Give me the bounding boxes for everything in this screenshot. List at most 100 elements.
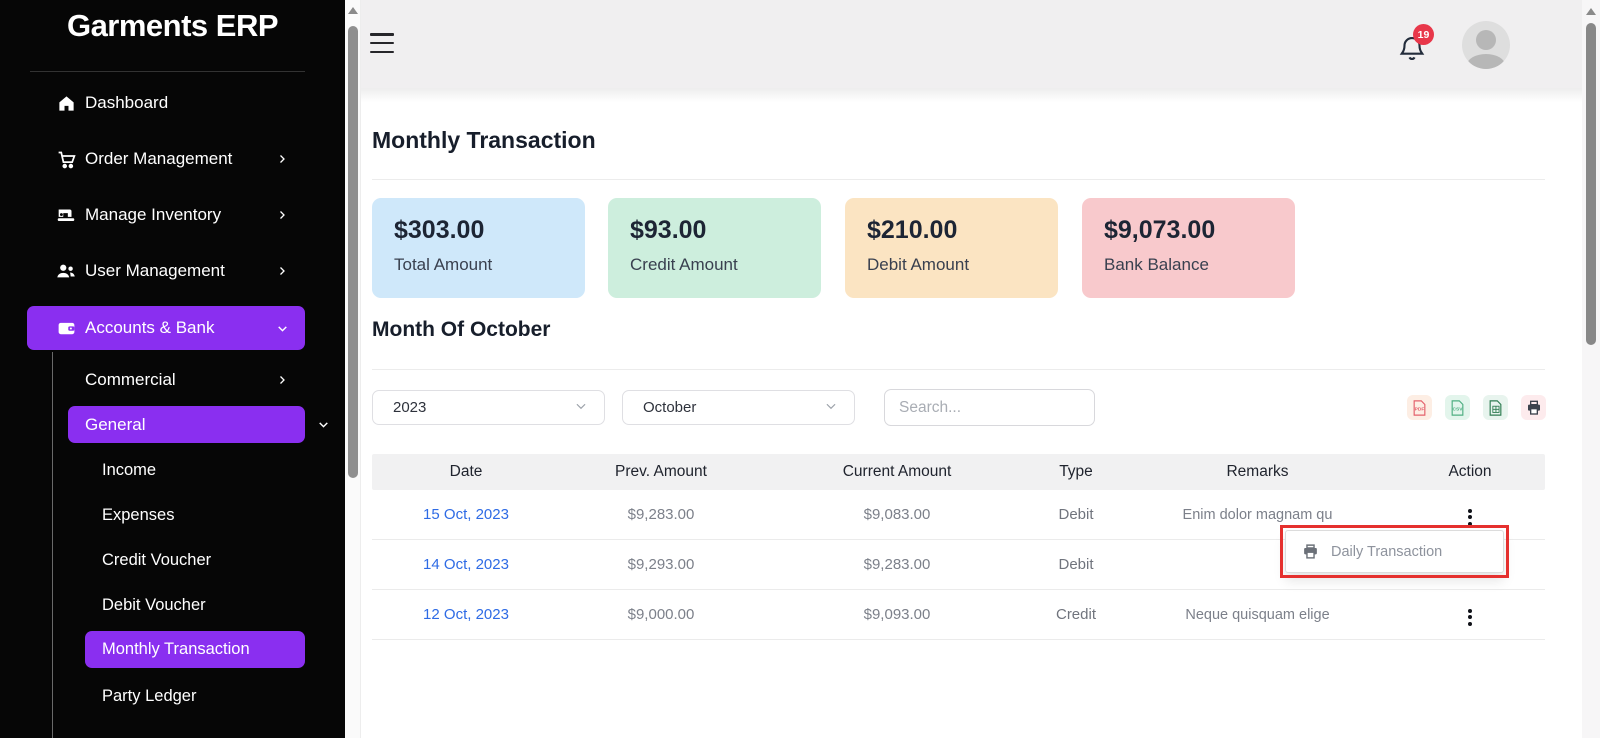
sidebar-item-accounts-bank[interactable]: Accounts & Bank: [27, 306, 305, 350]
date-link[interactable]: 14 Oct, 2023: [423, 556, 509, 573]
sidebar-item-label: User Management: [85, 261, 225, 281]
sidebar-item-general[interactable]: General: [68, 406, 305, 443]
sidebar-item-label: Dashboard: [85, 93, 168, 113]
chevron-down-icon: [824, 399, 838, 417]
sidebar: Garments ERP Dashboard Order Management …: [0, 0, 345, 738]
remarks-cell: Neque quisquam elige: [1120, 607, 1395, 623]
date-link[interactable]: 12 Oct, 2023: [423, 606, 509, 623]
topbar: 19: [361, 0, 1582, 88]
sidebar-item-debit-voucher[interactable]: Debit Voucher: [0, 585, 345, 625]
sidebar-item-manage-inventory[interactable]: Manage Inventory: [0, 193, 345, 237]
page-scrollbar[interactable]: [1582, 0, 1600, 738]
pdf-export-button[interactable]: PDF: [1407, 395, 1432, 420]
row-actions-menu-icon[interactable]: [1460, 505, 1480, 530]
sidebar-item-label: Credit Voucher: [102, 551, 211, 570]
sewing-machine-icon: [55, 204, 77, 226]
spreadsheet-icon: [1488, 400, 1503, 416]
page: Garments ERP Dashboard Order Management …: [0, 0, 1600, 738]
scroll-up-arrow-icon[interactable]: [348, 7, 358, 14]
chevron-down-icon: [276, 321, 290, 335]
current-amount-cell: $9,083.00: [762, 506, 1032, 523]
type-cell: Debit: [1032, 556, 1120, 573]
date-link[interactable]: 15 Oct, 2023: [423, 506, 509, 523]
sidebar-item-party-ledger[interactable]: Party Ledger: [0, 676, 345, 716]
prev-amount-cell: $9,000.00: [560, 606, 762, 623]
year-select[interactable]: 2023: [372, 390, 605, 425]
svg-text:PDF: PDF: [1415, 406, 1425, 412]
sidebar-item-label: Income: [102, 461, 156, 480]
pdf-file-icon: PDF: [1412, 400, 1427, 416]
print-button[interactable]: [1521, 395, 1546, 420]
chevron-right-icon: [276, 152, 290, 166]
stat-label: Total Amount: [394, 255, 585, 275]
sidebar-item-order-management[interactable]: Order Management: [0, 137, 345, 181]
table-header-row: Date Prev. Amount Current Amount Type Re…: [372, 454, 1545, 490]
daily-transaction-menu-item[interactable]: Daily Transaction: [1331, 544, 1442, 560]
stat-value: $9,073.00: [1104, 216, 1295, 245]
stat-value: $210.00: [867, 216, 1058, 245]
month-select-value: October: [643, 399, 696, 416]
divider: [372, 179, 1545, 180]
notification-badge: 19: [1413, 24, 1434, 45]
col-header-type: Type: [1032, 463, 1120, 481]
sidebar-scrollbar-thumb[interactable]: [348, 26, 358, 478]
col-header-current-amount: Current Amount: [762, 463, 1032, 481]
scroll-up-arrow-icon[interactable]: [1586, 8, 1596, 15]
stat-label: Debit Amount: [867, 255, 1058, 275]
stat-label: Bank Balance: [1104, 255, 1295, 275]
row-actions-menu-icon[interactable]: [1460, 605, 1480, 630]
col-header-action: Action: [1395, 463, 1545, 481]
sidebar-item-expenses[interactable]: Expenses: [0, 495, 345, 535]
home-icon: [55, 92, 77, 114]
sidebar-item-commercial[interactable]: Commercial: [0, 360, 345, 400]
notifications-button[interactable]: 19: [1397, 24, 1439, 66]
col-header-remarks: Remarks: [1120, 463, 1395, 481]
sidebar-item-income[interactable]: Income: [0, 450, 345, 490]
chevron-right-icon: [276, 373, 290, 387]
stat-value: $303.00: [394, 216, 585, 245]
type-cell: Credit: [1032, 606, 1120, 623]
sidebar-item-label: Debit Voucher: [102, 596, 206, 615]
brand-logo: Garments ERP: [0, 8, 345, 44]
sidebar-item-label: General: [85, 415, 145, 435]
col-header-date: Date: [372, 463, 560, 481]
sidebar-item-label: Expenses: [102, 506, 174, 525]
row-actions-dropdown: Daily Transaction: [1285, 530, 1504, 573]
csv-export-button[interactable]: CSV: [1445, 395, 1470, 420]
stat-value: $93.00: [630, 216, 821, 245]
sidebar-item-credit-voucher[interactable]: Credit Voucher: [0, 540, 345, 580]
sidebar-divider: [30, 71, 305, 72]
stat-card-bank-balance: $9,073.00 Bank Balance: [1082, 198, 1295, 298]
sidebar-item-label: Manage Inventory: [85, 205, 221, 225]
chevron-down-icon: [574, 399, 588, 417]
current-amount-cell: $9,093.00: [762, 606, 1032, 623]
hamburger-menu-icon[interactable]: [370, 33, 394, 53]
year-select-value: 2023: [393, 399, 426, 416]
svg-text:CSV: CSV: [1452, 406, 1463, 412]
sidebar-item-label: Commercial: [85, 370, 176, 390]
avatar[interactable]: [1462, 21, 1510, 69]
printer-icon: [1302, 543, 1319, 560]
topbar-shadow: [361, 88, 1582, 102]
chevron-right-icon: [276, 264, 290, 278]
sidebar-item-user-management[interactable]: User Management: [0, 249, 345, 293]
stat-card-debit-amount: $210.00 Debit Amount: [845, 198, 1058, 298]
page-scrollbar-thumb[interactable]: [1586, 23, 1596, 345]
sidebar-item-monthly-transaction[interactable]: Monthly Transaction: [85, 631, 305, 668]
month-select[interactable]: October: [622, 390, 855, 425]
cart-icon: [55, 148, 77, 170]
current-amount-cell: $9,283.00: [762, 556, 1032, 573]
sidebar-scrollbar[interactable]: [345, 0, 361, 738]
sidebar-item-label: Monthly Transaction: [102, 640, 250, 659]
sidebar-item-label: Order Management: [85, 149, 232, 169]
excel-export-button[interactable]: [1483, 395, 1508, 420]
col-header-prev-amount: Prev. Amount: [560, 463, 762, 481]
sidebar-item-label: Accounts & Bank: [85, 318, 214, 338]
page-title: Monthly Transaction: [372, 127, 596, 154]
type-cell: Debit: [1032, 506, 1120, 523]
sidebar-item-dashboard[interactable]: Dashboard: [0, 81, 345, 125]
main-area: 19 Monthly Transaction $303.00 Total Amo…: [361, 0, 1582, 738]
users-icon: [55, 260, 77, 282]
remarks-cell: Enim dolor magnam qu: [1120, 507, 1395, 523]
search-input[interactable]: [884, 389, 1095, 426]
